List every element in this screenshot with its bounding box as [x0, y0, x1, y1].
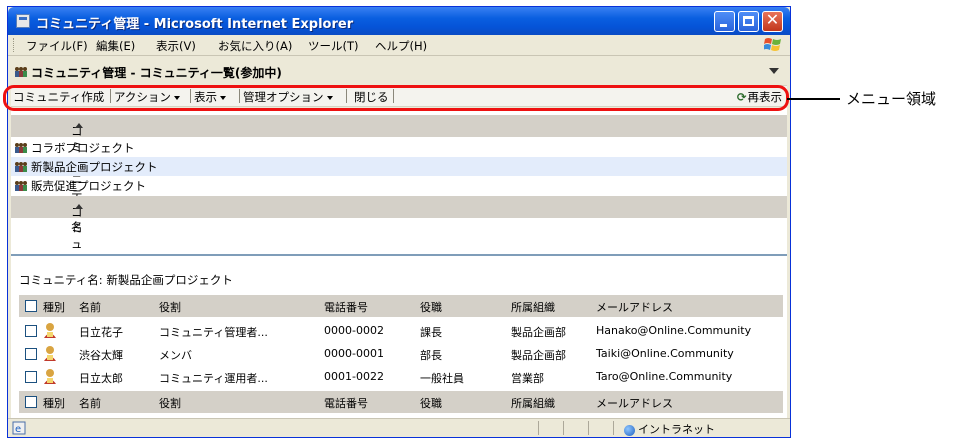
member-role: メンバ	[159, 349, 192, 362]
menu-area-callout-label: メニュー領域	[846, 90, 937, 108]
menu-favorites[interactable]: お気に入り(A)	[218, 38, 292, 54]
member-name: 日立花子	[79, 326, 123, 339]
maximize-button[interactable]	[738, 11, 759, 32]
col-email[interactable]: メールアドレス	[596, 299, 673, 315]
member-email: Taro@Online.Community	[596, 370, 733, 383]
member-title: 一般社員	[420, 372, 464, 385]
menu-tools[interactable]: ツール(T)	[308, 38, 359, 54]
row-checkbox[interactable]	[25, 348, 37, 360]
svg-text:e: e	[15, 424, 21, 435]
col-phone[interactable]: 電話番号	[324, 299, 368, 315]
member-role: コミュニティ運用者...	[159, 372, 268, 385]
menu-view[interactable]: 表示(V)	[156, 38, 196, 54]
community-list-pane: コミュニティ名 コラボプロジェクト 新製品企画プロジェクト	[11, 108, 787, 315]
member-org: 製品企画部	[511, 349, 566, 362]
page-header: コミュニティ管理 - コミュニティ一覧(参加中)	[11, 59, 787, 83]
security-zone: イントラネット	[624, 421, 715, 437]
community-name-column-footer[interactable]: コミュニティ名	[11, 196, 787, 315]
member-email: Taiki@Online.Community	[596, 347, 734, 360]
ie-page-icon	[16, 14, 30, 28]
minimize-button[interactable]	[714, 11, 735, 32]
member-name: 日立太郎	[79, 372, 123, 385]
col-title[interactable]: 役職	[420, 299, 442, 315]
member-role: コミュニティ管理者...	[159, 326, 268, 339]
community-name-column-header[interactable]: コミュニティ名	[11, 115, 787, 234]
community-icon	[15, 162, 27, 172]
status-separator	[613, 421, 614, 435]
collapse-arrow-icon[interactable]	[769, 68, 779, 74]
col-email[interactable]: メールアドレス	[596, 395, 673, 411]
community-icon	[15, 67, 27, 77]
close-icon: ✕	[765, 10, 780, 29]
minimize-icon	[720, 24, 727, 27]
col-type[interactable]: 種別	[43, 299, 65, 315]
col-type[interactable]: 種別	[43, 395, 65, 411]
community-name: 販売促進プロジェクト	[31, 179, 146, 193]
status-separator	[563, 421, 564, 435]
select-all-checkbox[interactable]	[25, 396, 37, 408]
member-table-footer: 種別 名前 役割 電話番号 役職 所属組織 メールアドレス	[19, 391, 783, 413]
callout-line	[787, 98, 840, 100]
user-icon	[44, 369, 56, 384]
community-icon	[15, 143, 27, 153]
col-name[interactable]: 名前	[79, 395, 101, 411]
col-org[interactable]: 所属組織	[511, 299, 555, 315]
menu-file[interactable]: ファイル(F)	[26, 38, 88, 54]
status-separator	[538, 421, 539, 435]
sort-ascending-icon	[75, 123, 83, 128]
menubar-grip[interactable]	[13, 38, 16, 52]
community-list-item-selected[interactable]: 新製品企画プロジェクト	[11, 157, 787, 176]
zone-label: イントラネット	[638, 423, 715, 436]
close-button[interactable]: ✕	[762, 10, 783, 32]
member-row[interactable]: 日立太郎 コミュニティ運用者... 0001-0022 一般社員 営業部 Tar…	[19, 366, 783, 389]
member-phone: 0000-0001	[324, 347, 384, 360]
browser-window: コミュニティ管理 - Microsoft Internet Explorer ✕…	[7, 6, 791, 438]
community-name: コラボプロジェクト	[31, 141, 135, 155]
community-list-item[interactable]: コラボプロジェクト	[11, 138, 787, 157]
member-row[interactable]: 渋谷太輝 メンバ 0000-0001 部長 製品企画部 Taiki@Online…	[19, 343, 783, 366]
intranet-globe-icon	[624, 424, 635, 436]
user-icon	[44, 323, 56, 338]
menu-area-highlight	[3, 85, 789, 111]
menu-help[interactable]: ヘルプ(H)	[375, 38, 427, 54]
menu-bar: ファイル(F) 編集(E) 表示(V) お気に入り(A) ツール(T) ヘルプ(…	[8, 35, 790, 56]
windows-logo-icon	[764, 38, 781, 51]
community-list-item[interactable]: 販売促進プロジェクト	[11, 176, 787, 195]
member-phone: 0000-0002	[324, 324, 384, 337]
col-title[interactable]: 役職	[420, 395, 442, 411]
member-row[interactable]: 日立花子 コミュニティ管理者... 0000-0002 課長 製品企画部 Han…	[19, 320, 783, 343]
member-detail-pane: コミュニティ名: 新製品企画プロジェクト 種別 名前 役割 電話番号 役職 所属…	[11, 256, 787, 418]
member-org: 営業部	[511, 372, 544, 385]
row-checkbox[interactable]	[25, 371, 37, 383]
maximize-icon	[743, 16, 754, 26]
select-all-checkbox[interactable]	[25, 300, 37, 312]
sort-ascending-icon	[75, 204, 83, 209]
col-role[interactable]: 役割	[159, 299, 181, 315]
community-icon	[15, 181, 27, 191]
ie-page-status-icon: e	[12, 421, 26, 435]
member-table-header: 種別 名前 役割 電話番号 役職 所属組織 メールアドレス	[19, 295, 783, 317]
community-name: 新製品企画プロジェクト	[31, 160, 158, 174]
status-separator	[588, 421, 589, 435]
page-title: コミュニティ管理 - コミュニティ一覧(参加中)	[31, 66, 282, 80]
member-title: 部長	[420, 349, 442, 362]
member-email: Hanako@Online.Community	[596, 324, 752, 337]
col-phone[interactable]: 電話番号	[324, 395, 368, 411]
user-icon	[44, 346, 56, 361]
window-title: コミュニティ管理 - Microsoft Internet Explorer	[36, 17, 354, 32]
menu-edit[interactable]: 編集(E)	[96, 38, 135, 54]
member-phone: 0001-0022	[324, 370, 384, 383]
col-role[interactable]: 役割	[159, 395, 181, 411]
col-org[interactable]: 所属組織	[511, 395, 555, 411]
member-name: 渋谷太輝	[79, 349, 123, 362]
selected-community-label: コミュニティ名: 新製品企画プロジェクト	[19, 273, 233, 287]
row-checkbox[interactable]	[25, 325, 37, 337]
member-title: 課長	[420, 326, 442, 339]
title-bar[interactable]: コミュニティ管理 - Microsoft Internet Explorer ✕	[8, 7, 790, 35]
member-org: 製品企画部	[511, 326, 566, 339]
col-name[interactable]: 名前	[79, 299, 101, 315]
status-bar: e イントラネット	[8, 418, 790, 437]
